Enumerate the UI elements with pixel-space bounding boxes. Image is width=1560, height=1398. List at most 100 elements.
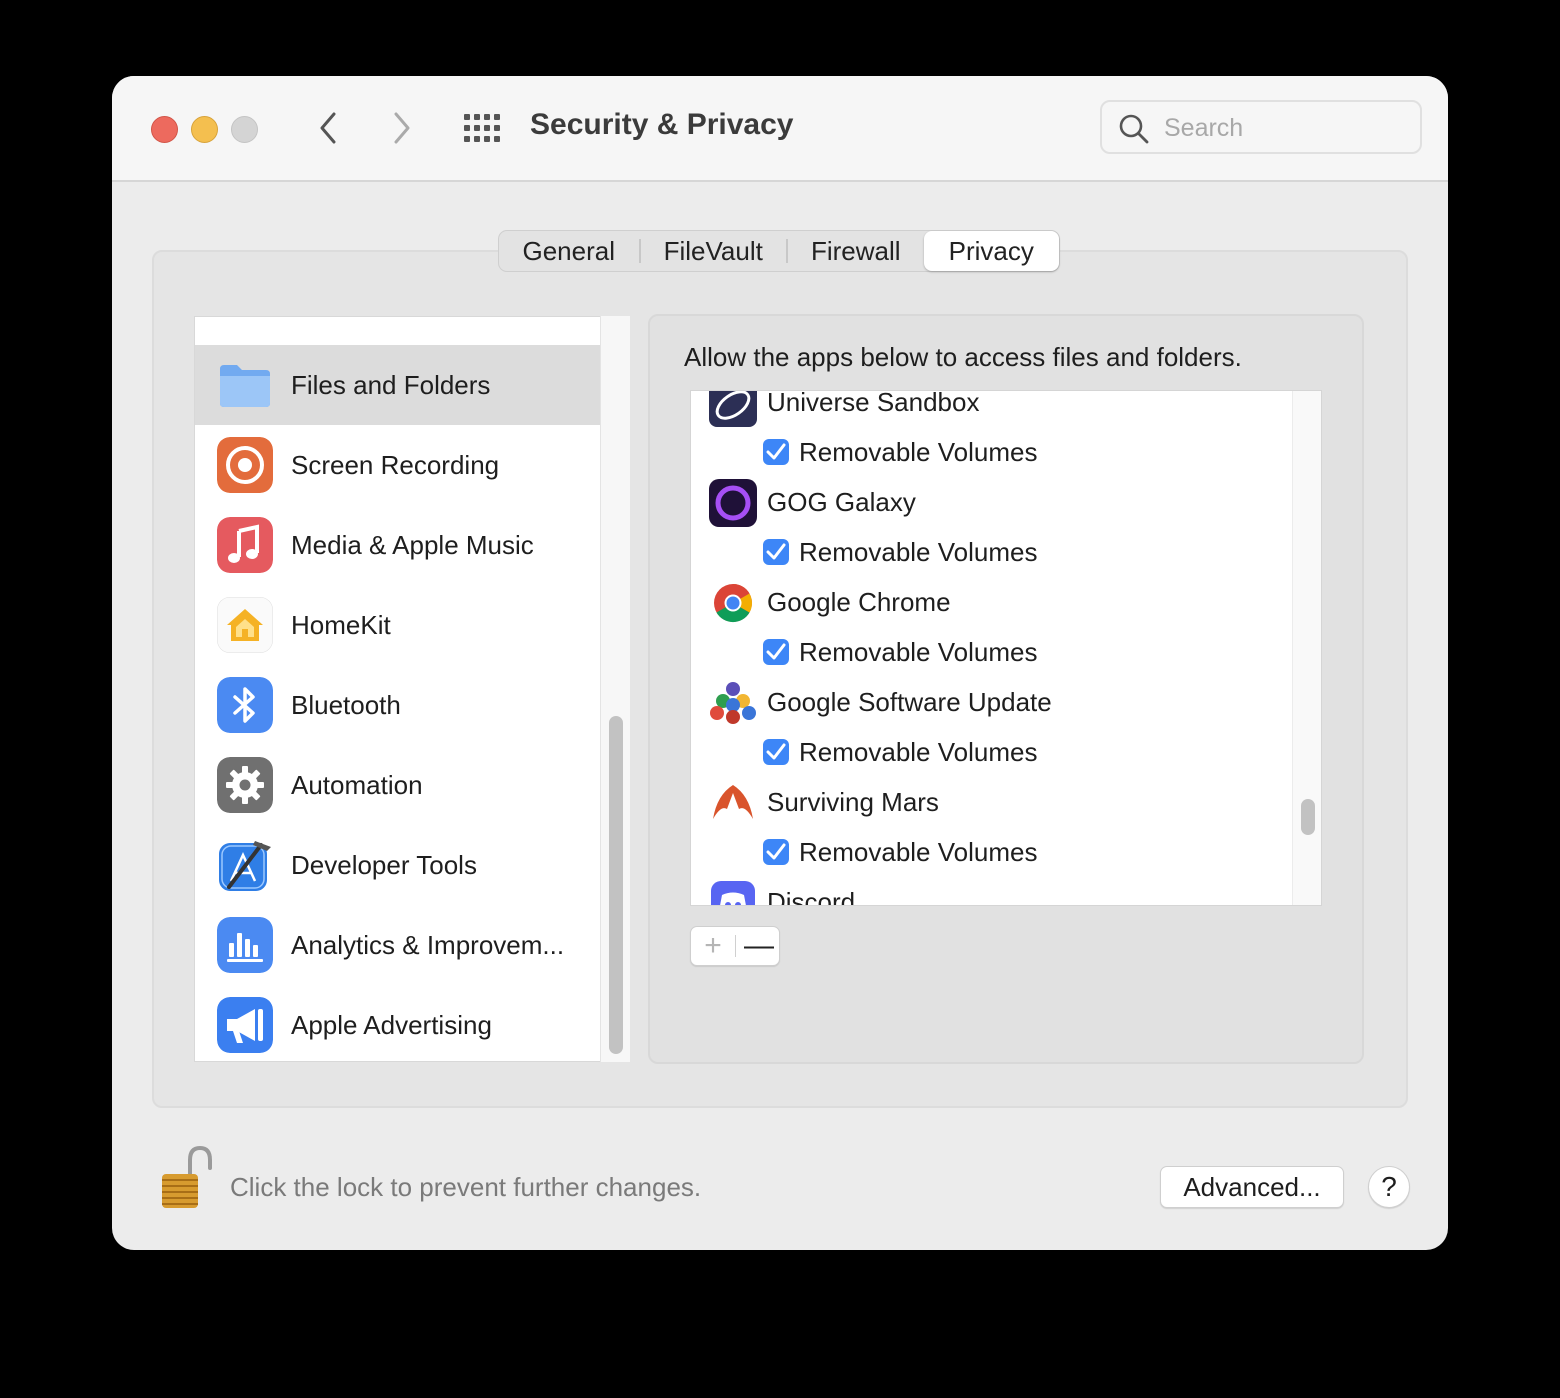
chrome-icon	[714, 583, 753, 623]
google-software-update-icon	[710, 682, 756, 724]
sidebar-item-label: Analytics & Improvem...	[291, 929, 565, 960]
sidebar-item-label: HomeKit	[291, 609, 391, 640]
permission-label: Removable Volumes	[799, 637, 1038, 667]
app-row-surviving-mars[interactable]: Surviving Mars	[691, 777, 1291, 827]
preferences-window: Security & Privacy General FileVault Fir…	[112, 76, 1448, 1250]
checkmark-icon	[766, 543, 786, 560]
search-icon	[1119, 114, 1149, 144]
permission-row[interactable]: Removable Volumes	[691, 627, 1291, 677]
surviving-mars-icon	[713, 785, 753, 819]
app-list-scrollbar[interactable]	[1292, 391, 1321, 905]
removable-volumes-checkbox[interactable]	[763, 739, 789, 765]
zoom-window-button[interactable]	[231, 116, 258, 143]
tab-privacy[interactable]: Privacy	[923, 231, 1060, 271]
music-note-icon	[217, 517, 273, 573]
home-icon	[217, 597, 273, 653]
permission-row[interactable]: Removable Volumes	[691, 827, 1291, 877]
tab-firewall[interactable]: Firewall	[788, 231, 924, 271]
sidebar-item-files-and-folders[interactable]: Files and Folders	[195, 345, 601, 425]
button-separator	[735, 935, 736, 957]
permission-label: Removable Volumes	[799, 437, 1038, 467]
window-title: Security & Privacy	[530, 108, 794, 141]
sidebar-item-apple-advertising[interactable]: Apple Advertising	[195, 985, 601, 1061]
checkmark-icon	[766, 743, 786, 760]
tab-general[interactable]: General	[499, 231, 639, 271]
sidebar-item-label: Media & Apple Music	[291, 529, 534, 560]
sidebar-item-label: Automation	[291, 769, 423, 800]
minimize-window-button[interactable]	[191, 116, 218, 143]
permission-label: Removable Volumes	[799, 737, 1038, 767]
sidebar-item-analytics-improvements[interactable]: Analytics & Improvem...	[195, 905, 601, 985]
app-row-universe-sandbox[interactable]: Universe Sandbox	[691, 390, 1291, 427]
permission-label: Removable Volumes	[799, 837, 1038, 867]
gear-icon	[217, 757, 273, 813]
show-all-grid-button[interactable]	[462, 112, 502, 144]
removable-volumes-checkbox[interactable]	[763, 439, 789, 465]
app-name: GOG Galaxy	[767, 487, 916, 517]
search-input[interactable]	[1162, 112, 1406, 144]
developer-tools-icon	[219, 841, 271, 891]
sidebar-item-label: Screen Recording	[291, 449, 500, 480]
permission-row[interactable]: Removable Volumes	[691, 727, 1291, 777]
app-name: Universe Sandbox	[767, 390, 980, 417]
sidebar-item-screen-recording[interactable]: Screen Recording	[195, 425, 601, 505]
permission-label: Removable Volumes	[799, 537, 1038, 567]
bluetooth-icon	[217, 677, 273, 733]
back-button[interactable]	[308, 108, 348, 148]
sidebar-item-developer-tools[interactable]: Developer Tools	[195, 825, 601, 905]
sidebar-scroll-thumb[interactable]	[609, 716, 623, 1054]
sidebar-item-bluetooth[interactable]: Bluetooth	[195, 665, 601, 745]
discord-icon	[711, 881, 755, 905]
app-name: Discord	[767, 887, 856, 906]
advanced-button[interactable]: Advanced...	[1160, 1166, 1344, 1208]
sidebar-item-media-apple-music[interactable]: Media & Apple Music	[195, 505, 601, 585]
grid-icon	[464, 114, 500, 142]
search-field[interactable]	[1100, 100, 1422, 154]
unlocked-lock-icon[interactable]	[160, 1144, 214, 1212]
screen-recording-icon	[217, 437, 273, 493]
checkmark-icon	[766, 643, 786, 660]
help-button[interactable]: ?	[1368, 1166, 1410, 1208]
checkmark-icon	[766, 443, 786, 460]
app-row-discord[interactable]: Discord	[691, 877, 1291, 906]
app-name: Google Chrome	[767, 587, 951, 617]
tab-filevault[interactable]: FileVault	[641, 231, 786, 271]
app-name: Surviving Mars	[767, 787, 939, 817]
app-row-google-software-update[interactable]: Google Software Update	[691, 677, 1291, 727]
megaphone-icon	[217, 997, 273, 1053]
folder-icon	[217, 316, 273, 317]
app-list[interactable]: Universe Sandbox Removable Volumes GOG G…	[690, 390, 1322, 906]
sidebar-item-automation[interactable]: Automation	[195, 745, 601, 825]
removable-volumes-checkbox[interactable]	[763, 539, 789, 565]
gog-galaxy-icon	[709, 479, 757, 527]
access-caption: Allow the apps below to access files and…	[684, 342, 1242, 372]
remove-app-button[interactable]: —	[737, 927, 781, 965]
sidebar-item-label: Developer Tools	[291, 849, 477, 880]
app-list-scroll-thumb[interactable]	[1301, 799, 1315, 835]
sidebar-scrollbar[interactable]	[600, 316, 630, 1062]
app-name: Google Software Update	[767, 687, 1052, 717]
add-remove-control: + —	[690, 926, 780, 966]
chevron-right-icon	[394, 112, 410, 144]
checkmark-icon	[766, 843, 786, 860]
app-row-gog-galaxy[interactable]: GOG Galaxy	[691, 477, 1291, 527]
permission-row[interactable]: Removable Volumes	[691, 527, 1291, 577]
permission-row[interactable]: Removable Volumes	[691, 427, 1291, 477]
removable-volumes-checkbox[interactable]	[763, 839, 789, 865]
universe-sandbox-icon	[709, 391, 757, 427]
sidebar-item-partial[interactable]	[195, 316, 601, 329]
title-bar: Security & Privacy	[112, 76, 1448, 182]
add-app-button[interactable]: +	[691, 927, 735, 965]
analytics-icon	[217, 917, 273, 973]
sidebar-item-label: Files and Folders	[291, 369, 491, 400]
sidebar-item-label: Bluetooth	[291, 689, 401, 720]
chevron-left-icon	[320, 112, 336, 144]
app-row-google-chrome[interactable]: Google Chrome	[691, 577, 1291, 627]
folder-icon	[220, 365, 270, 407]
close-window-button[interactable]	[151, 116, 178, 143]
forward-button[interactable]	[382, 108, 422, 148]
privacy-category-list[interactable]: Files and Folders Screen Recording Media…	[194, 316, 630, 1062]
removable-volumes-checkbox[interactable]	[763, 639, 789, 665]
sidebar-item-homekit[interactable]: HomeKit	[195, 585, 601, 665]
lock-status-text: Click the lock to prevent further change…	[230, 1172, 702, 1202]
